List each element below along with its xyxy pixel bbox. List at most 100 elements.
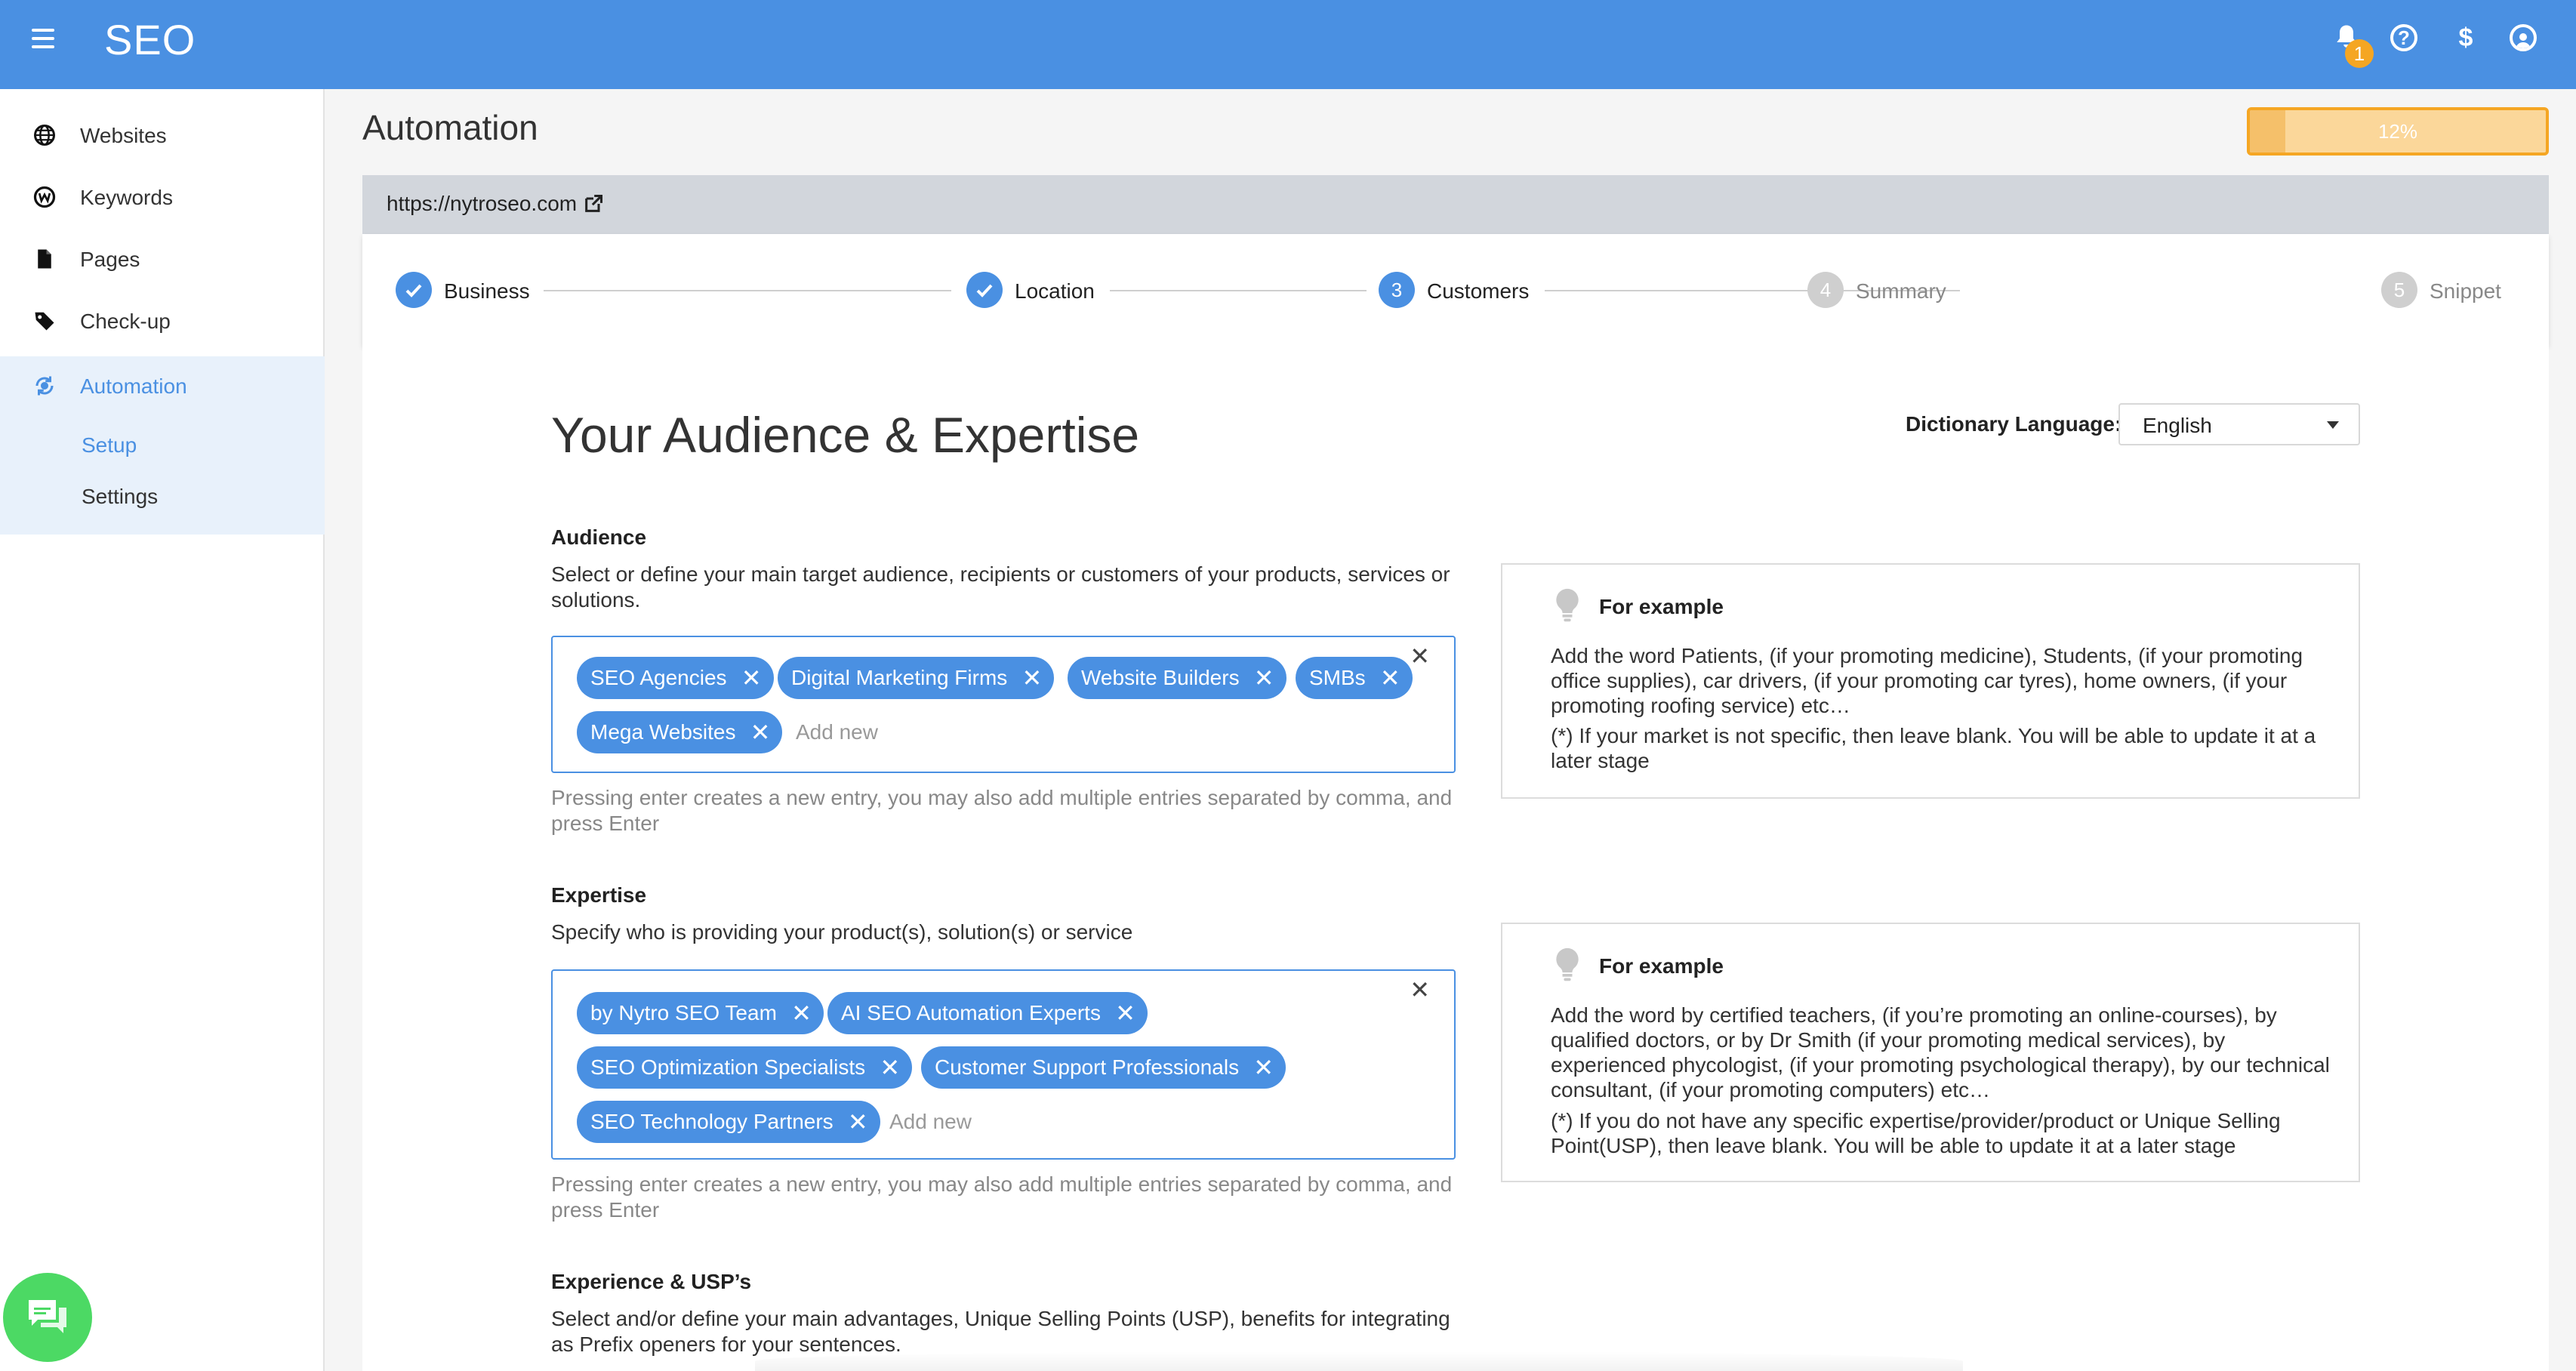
sidebar-item-automation[interactable]: Automation (0, 356, 325, 418)
page-icon (38, 249, 51, 269)
audience-add-input[interactable]: Add new (796, 720, 878, 744)
sidebar-item-pages[interactable]: Pages (0, 230, 325, 291)
expertise-example-box: For example Add the word by certified te… (1501, 923, 2360, 1182)
app-title[interactable]: SEO (104, 15, 196, 64)
sidebar-item-websites[interactable]: Websites (0, 106, 325, 168)
sidebar-item-label: Automation (80, 374, 187, 398)
expertise-add-input[interactable]: Add new (889, 1110, 972, 1134)
example-text: Add the word Patients, (if your promotin… (1551, 644, 2303, 717)
example-note: (*) If your market is not specific, then… (1551, 724, 2316, 772)
remove-tag-icon[interactable]: ✕ (848, 1101, 868, 1143)
expertise-description: Specify who is providing your product(s)… (551, 920, 1133, 944)
website-url[interactable]: https://nytroseo.com (387, 192, 577, 216)
account-icon[interactable] (2510, 24, 2537, 51)
sidebar-item-label: Keywords (80, 186, 173, 209)
step-number: 5 (2381, 272, 2417, 308)
step-label: Summary (1856, 279, 1946, 303)
menu-icon[interactable] (32, 29, 54, 48)
audience-description: Select or define your main target audien… (551, 562, 1450, 612)
sidebar-item-label: Websites (80, 124, 167, 147)
sidebar-item-label: Check-up (80, 310, 171, 333)
expertise-tag[interactable]: AI SEO Automation Experts ✕ (827, 992, 1148, 1034)
automation-icon (35, 376, 54, 396)
lightbulb-icon (1556, 947, 1579, 981)
dictionary-language-value: English (2143, 414, 2212, 437)
audience-hint: Pressing enter creates a new entry, you … (551, 786, 1453, 835)
external-link-icon[interactable] (583, 193, 604, 214)
remove-tag-icon[interactable]: ✕ (1021, 657, 1042, 699)
tag-label: Digital Marketing Firms (791, 666, 1008, 689)
tag-label: Customer Support Professionals (935, 1055, 1240, 1079)
scroll-shadow (755, 1351, 1963, 1371)
tag-label: AI SEO Automation Experts (841, 1001, 1101, 1024)
remove-tag-icon[interactable]: ✕ (1380, 657, 1400, 699)
wizard-stepper: Business Location 3 Customers 4 Summary … (362, 234, 2549, 346)
example-note: (*) If you do not have any specific expe… (1551, 1109, 2281, 1157)
sidebar-subitem-settings[interactable]: Settings (82, 485, 158, 509)
top-bar: SEO 1 ? $ (0, 0, 2576, 89)
sidebar-item-check-up[interactable]: Check-up (0, 291, 325, 353)
page-title: Automation (362, 108, 538, 147)
audience-tag-input[interactable]: SEO Agencies ✕ Digital Marketing Firms ✕ W… (551, 636, 1456, 773)
globe-icon (34, 125, 55, 146)
dollar-icon[interactable]: $ (2451, 23, 2481, 53)
step-label: Customers (1427, 279, 1530, 303)
remove-tag-icon[interactable]: ✕ (750, 711, 771, 753)
experience-description: Select and/or define your main advantage… (551, 1307, 1450, 1356)
tag-label: Website Builders (1081, 666, 1240, 689)
step-label: Business (444, 279, 530, 303)
sidebar: Websites Keywords Pages Check-up Automat… (0, 89, 325, 1371)
tag-icon (35, 312, 54, 331)
experience-title: Experience & USP’s (551, 1270, 752, 1293)
remove-tag-icon[interactable]: ✕ (1115, 992, 1135, 1034)
step-connector (544, 290, 951, 291)
example-text: Add the word by certified teachers, (if … (1551, 1003, 2330, 1101)
check-icon (966, 272, 1003, 308)
step-number: 3 (1379, 272, 1415, 308)
sidebar-subitem-setup[interactable]: Setup (82, 433, 137, 458)
step-number: 4 (1807, 272, 1844, 308)
help-icon[interactable]: ? (2390, 24, 2417, 51)
dictionary-language-select[interactable]: English (2118, 403, 2360, 445)
section-heading: Your Audience & Expertise (551, 407, 1140, 463)
audience-tag[interactable]: Digital Marketing Firms ✕ (778, 657, 1055, 699)
audience-tag[interactable]: SMBs ✕ (1296, 657, 1413, 699)
remove-tag-icon[interactable]: ✕ (1253, 1046, 1274, 1089)
notification-badge[interactable]: 1 (2345, 39, 2374, 68)
sidebar-item-label: Pages (80, 248, 140, 271)
caret-down-icon (2327, 421, 2339, 429)
keyword-icon (33, 186, 56, 208)
expertise-hint: Pressing enter creates a new entry, you … (551, 1172, 1453, 1222)
progress-bar: 12% (2247, 107, 2549, 156)
audience-tag[interactable]: SEO Agencies ✕ (577, 657, 774, 699)
clear-all-icon[interactable]: ✕ (1410, 642, 1430, 670)
expertise-title: Expertise (551, 883, 647, 907)
remove-tag-icon[interactable]: ✕ (1254, 657, 1274, 699)
expertise-tag[interactable]: SEO Technology Partners ✕ (577, 1101, 880, 1143)
tag-label: SEO Optimization Specialists (590, 1055, 866, 1079)
remove-tag-icon[interactable]: ✕ (791, 992, 812, 1034)
expertise-tag[interactable]: Customer Support Professionals ✕ (921, 1046, 1286, 1089)
audience-example-box: For example Add the word Patients, (if y… (1501, 563, 2360, 799)
step-connector (1110, 290, 1367, 291)
chat-icon (29, 1300, 66, 1333)
audience-tag[interactable]: Website Builders ✕ (1068, 657, 1286, 699)
clear-all-icon[interactable]: ✕ (1410, 975, 1430, 1004)
tag-label: SMBs (1309, 666, 1366, 689)
dictionary-language-label: Dictionary Language: (1906, 412, 2122, 436)
step-label: Snippet (2430, 279, 2501, 303)
expertise-tag-input[interactable]: by Nytro SEO Team ✕ AI SEO Automation Exp… (551, 969, 1456, 1160)
example-title: For example (1599, 954, 1724, 978)
expertise-tag[interactable]: SEO Optimization Specialists ✕ (577, 1046, 913, 1089)
tag-label: by Nytro SEO Team (590, 1001, 777, 1024)
sidebar-item-keywords[interactable]: Keywords (0, 168, 325, 230)
progress-label: 12% (2377, 120, 2418, 143)
chat-button[interactable] (3, 1273, 92, 1362)
lightbulb-icon (1556, 588, 1579, 622)
step-label: Location (1015, 279, 1095, 303)
remove-tag-icon[interactable]: ✕ (741, 657, 762, 699)
expertise-tag[interactable]: by Nytro SEO Team ✕ (577, 992, 824, 1034)
remove-tag-icon[interactable]: ✕ (880, 1046, 900, 1089)
tag-label: SEO Agencies (590, 666, 727, 689)
audience-tag[interactable]: Mega Websites ✕ (577, 711, 783, 753)
